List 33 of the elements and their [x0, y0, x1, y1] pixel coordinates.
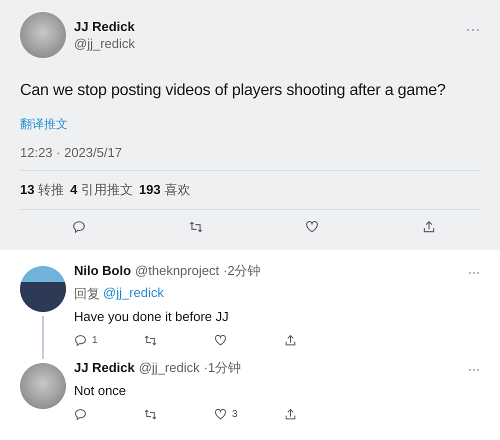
reply-time: ·1分钟: [204, 359, 242, 377]
avatar-photo: [20, 363, 66, 409]
reply-icon[interactable]: [74, 334, 87, 347]
reply-icon[interactable]: [72, 220, 86, 234]
share-icon[interactable]: [284, 334, 297, 347]
action-count: 3: [232, 409, 238, 420]
heart-icon[interactable]: [214, 334, 227, 347]
heart-icon[interactable]: [305, 220, 320, 234]
share-icon[interactable]: [284, 408, 297, 421]
engagement-stat[interactable]: 4 引用推文: [70, 181, 133, 199]
author-handle[interactable]: @theknproject: [135, 263, 220, 278]
avatar-photo: [20, 12, 66, 58]
reply-text: Not once: [74, 383, 128, 398]
retweet-icon[interactable]: [188, 220, 203, 234]
reply-time: ·2分钟: [223, 262, 261, 280]
author-name[interactable]: Nilo Bolo: [74, 263, 132, 278]
reply-text: Have you done it before JJ: [74, 309, 230, 324]
engagement-stat[interactable]: 13 转推: [20, 181, 64, 199]
retweet-icon[interactable]: [144, 408, 157, 421]
reply-icon[interactable]: [74, 408, 87, 421]
author-name[interactable]: JJ Redick: [74, 360, 135, 375]
engagement-stat[interactable]: 193 喜欢: [138, 181, 190, 199]
avatar-photo: [20, 266, 66, 312]
action-count: 1: [92, 335, 98, 346]
author-handle[interactable]: @jj_redick: [138, 360, 200, 375]
heart-icon[interactable]: [214, 408, 227, 421]
share-icon[interactable]: [422, 220, 436, 234]
tweet-timestamp: 12:23 · 2023/5/17: [20, 145, 480, 171]
author-handle[interactable]: @jj_redick: [74, 36, 458, 51]
replying-to-label: 回复: [74, 285, 100, 303]
retweet-icon[interactable]: [144, 334, 157, 347]
author-name[interactable]: JJ Redick: [74, 19, 458, 34]
tweet-text: Can we stop posting videos of players shooting after a game?: [20, 82, 447, 100]
